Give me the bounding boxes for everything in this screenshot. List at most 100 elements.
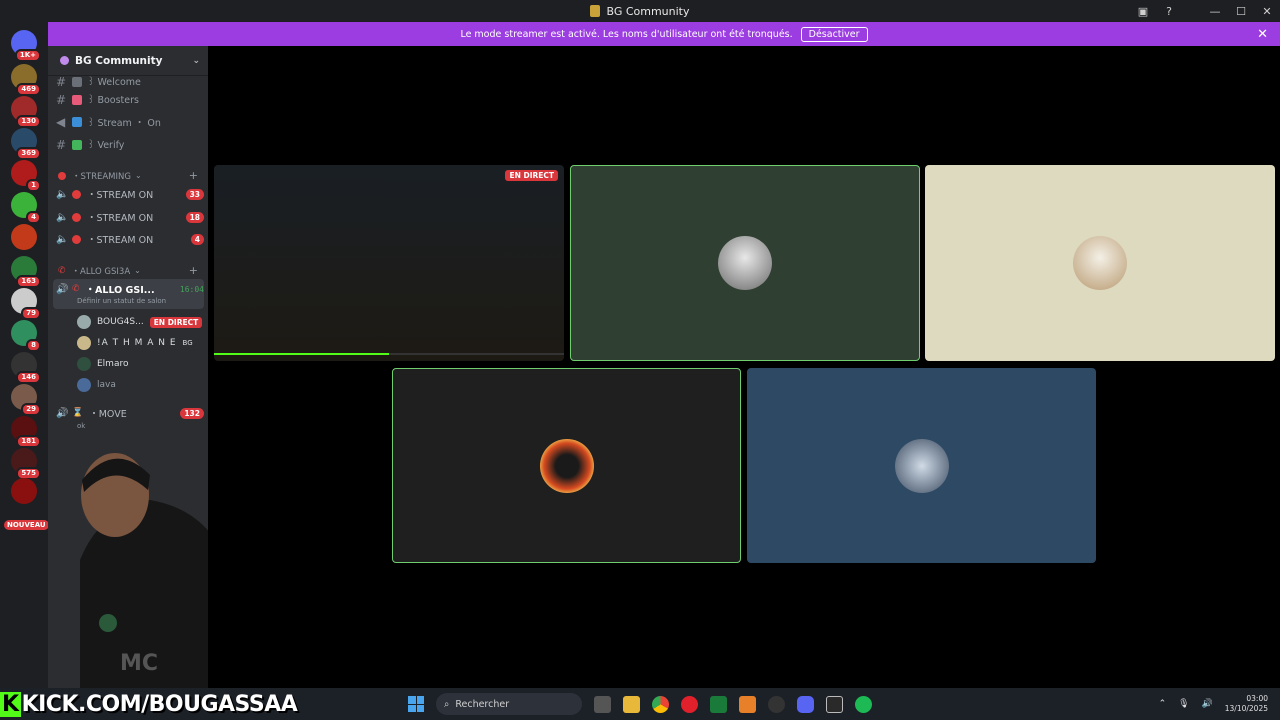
server-mention-badge: 163 bbox=[16, 275, 41, 288]
hash-icon: # bbox=[56, 138, 67, 152]
channel-label: ꒱ Stream ・ On bbox=[87, 118, 161, 129]
participant-avatar bbox=[539, 438, 594, 493]
channel-status[interactable]: Définir un statut de salon bbox=[77, 297, 166, 305]
server-icon[interactable]: 29 bbox=[11, 384, 41, 416]
server-icon[interactable] bbox=[11, 224, 37, 250]
system-tray: ⌃ 🎙 🔊 03:00 13/10/2025 bbox=[1159, 688, 1268, 720]
microphone-icon[interactable]: 🎙 bbox=[1178, 699, 1189, 709]
guild-boost-icon bbox=[60, 56, 69, 65]
server-icon[interactable]: 575 bbox=[11, 448, 41, 480]
call-timer: 16:04 bbox=[179, 284, 204, 294]
channel-label: ・MOVE bbox=[89, 409, 127, 420]
member-count-badge: 33 bbox=[185, 188, 204, 200]
close-banner-icon[interactable]: ✕ bbox=[1257, 27, 1268, 42]
live-badge: EN DIRECT bbox=[505, 170, 558, 181]
video-stage: EN DIRECT bbox=[208, 46, 1280, 688]
avatar bbox=[77, 336, 91, 350]
app-icon[interactable] bbox=[826, 695, 843, 713]
search-icon: ⌕ bbox=[444, 698, 450, 710]
chevron-down-icon[interactable]: ⌄ bbox=[192, 56, 200, 66]
category-allo-gsi3a[interactable]: ✆ ・ALLO GSI3A ⌄ + bbox=[58, 264, 198, 277]
window-title-text: BG Community bbox=[606, 4, 690, 18]
server-icon[interactable]: 4 bbox=[11, 192, 41, 224]
server-icon[interactable]: 469 bbox=[11, 64, 41, 96]
stream-tile[interactable]: EN DIRECT bbox=[214, 165, 564, 361]
phone-icon: ✆ bbox=[58, 265, 66, 276]
chevron-down-icon: ⌄ bbox=[134, 266, 141, 275]
voice-member[interactable]: Elmaro bbox=[77, 354, 128, 374]
obs-icon[interactable] bbox=[768, 695, 785, 713]
stream-progress-fill bbox=[214, 353, 389, 355]
live-badge: EN DIRECT bbox=[149, 316, 203, 328]
minimize-button[interactable]: — bbox=[1202, 5, 1228, 18]
participant-avatar bbox=[894, 438, 949, 493]
title-bar: BG Community ▣ ? — ☐ ✕ bbox=[0, 0, 1280, 22]
voice-member[interactable]: lava bbox=[77, 375, 116, 395]
member-tag: BG bbox=[182, 339, 193, 347]
server-icon[interactable]: 369 bbox=[11, 128, 41, 160]
speaker-muted-icon: 🔈 bbox=[56, 211, 69, 223]
add-channel-icon[interactable]: + bbox=[189, 264, 198, 277]
member-count-badge: 18 bbox=[185, 211, 204, 223]
volume-icon[interactable]: 🔊 bbox=[1202, 699, 1213, 709]
voice-channel-allo-gsi3a[interactable]: 🔊 ✆ ・ALLO GSI... 16:04 bbox=[56, 279, 204, 299]
channel-boosters[interactable]: # ꒱ Boosters bbox=[56, 90, 204, 110]
server-mention-badge: 1 bbox=[26, 179, 41, 192]
channel-welcome[interactable]: # ꒱ Welcome bbox=[56, 72, 204, 92]
maximize-button[interactable]: ☐ bbox=[1228, 5, 1254, 18]
terminal-icon[interactable] bbox=[710, 695, 727, 713]
category-label: ・STREAMING bbox=[72, 171, 131, 182]
windows-start-icon[interactable] bbox=[408, 696, 424, 712]
server-mention-badge: 29 bbox=[21, 403, 41, 416]
server-icon[interactable]: 1K+ bbox=[11, 30, 41, 62]
kick-logo-icon: K bbox=[0, 691, 21, 717]
voice-channel-stream-on-3[interactable]: 🔈 ・STREAM ON 4 bbox=[56, 229, 204, 249]
participant-tile[interactable] bbox=[925, 165, 1275, 361]
voice-member[interactable]: BOUG4S... EN DIRECT bbox=[77, 312, 203, 332]
server-icon[interactable]: 79 bbox=[11, 288, 41, 320]
channel-verify[interactable]: # ꒱ Verify bbox=[56, 135, 204, 155]
server-icon[interactable]: 130 bbox=[11, 96, 41, 128]
server-icon[interactable]: 8 bbox=[11, 320, 41, 352]
discord-icon[interactable] bbox=[797, 695, 814, 713]
server-icon[interactable]: 146 bbox=[11, 352, 41, 384]
disable-streamer-mode-button[interactable]: Désactiver bbox=[800, 26, 868, 42]
red-dot-icon bbox=[72, 234, 81, 244]
server-icon[interactable]: 163 bbox=[11, 256, 41, 288]
close-button[interactable]: ✕ bbox=[1254, 5, 1280, 18]
help-icon[interactable]: ? bbox=[1156, 5, 1182, 18]
rocket-icon bbox=[72, 95, 82, 105]
server-icon[interactable]: 181 bbox=[11, 416, 41, 448]
megaphone-icon: ◀ bbox=[56, 115, 66, 129]
spotify-icon[interactable] bbox=[855, 695, 872, 713]
server-mention-badge: 369 bbox=[16, 147, 41, 160]
voice-channel-stream-on-1[interactable]: 🔈 ・STREAM ON 33 bbox=[56, 184, 204, 204]
channel-label: ・STREAM ON bbox=[87, 190, 154, 201]
participant-tile-speaking[interactable] bbox=[392, 368, 741, 563]
speaker-muted-icon: 🔈 bbox=[56, 188, 69, 200]
hash-icon: # bbox=[56, 75, 67, 89]
taskbar-search[interactable]: ⌕ Rechercher bbox=[436, 693, 582, 715]
opera-icon[interactable] bbox=[681, 695, 698, 713]
category-streaming[interactable]: ・STREAMING ⌄ + bbox=[58, 169, 198, 182]
server-mention-badge: 130 bbox=[16, 115, 41, 128]
file-explorer-icon[interactable] bbox=[623, 695, 640, 713]
server-mention-badge: 1K+ bbox=[14, 49, 41, 62]
server-icon[interactable]: 1 bbox=[11, 160, 41, 192]
server-icon[interactable] bbox=[11, 478, 37, 504]
app-icon[interactable] bbox=[739, 695, 756, 713]
chevron-up-icon[interactable]: ⌃ bbox=[1159, 699, 1167, 709]
participant-tile-speaking[interactable] bbox=[570, 165, 920, 361]
voice-member[interactable]: !A T H M A N E BG bbox=[77, 333, 193, 353]
chrome-icon[interactable] bbox=[652, 695, 669, 713]
member-name: lava bbox=[97, 380, 116, 390]
channel-label: ꒱ Welcome bbox=[87, 77, 141, 88]
channel-stream-on[interactable]: ◀ ꒱ Stream ・ On bbox=[56, 112, 204, 132]
inbox-icon[interactable]: ▣ bbox=[1130, 5, 1156, 18]
voice-channel-stream-on-2[interactable]: 🔈 ・STREAM ON 18 bbox=[56, 207, 204, 227]
participant-tile[interactable] bbox=[747, 368, 1096, 563]
add-channel-icon[interactable]: + bbox=[189, 169, 198, 182]
voice-channel-move[interactable]: 🔊 ⌛ ・MOVE 132 bbox=[56, 403, 204, 423]
task-view-icon[interactable] bbox=[594, 695, 611, 713]
taskbar-clock[interactable]: 03:00 13/10/2025 bbox=[1225, 694, 1268, 714]
